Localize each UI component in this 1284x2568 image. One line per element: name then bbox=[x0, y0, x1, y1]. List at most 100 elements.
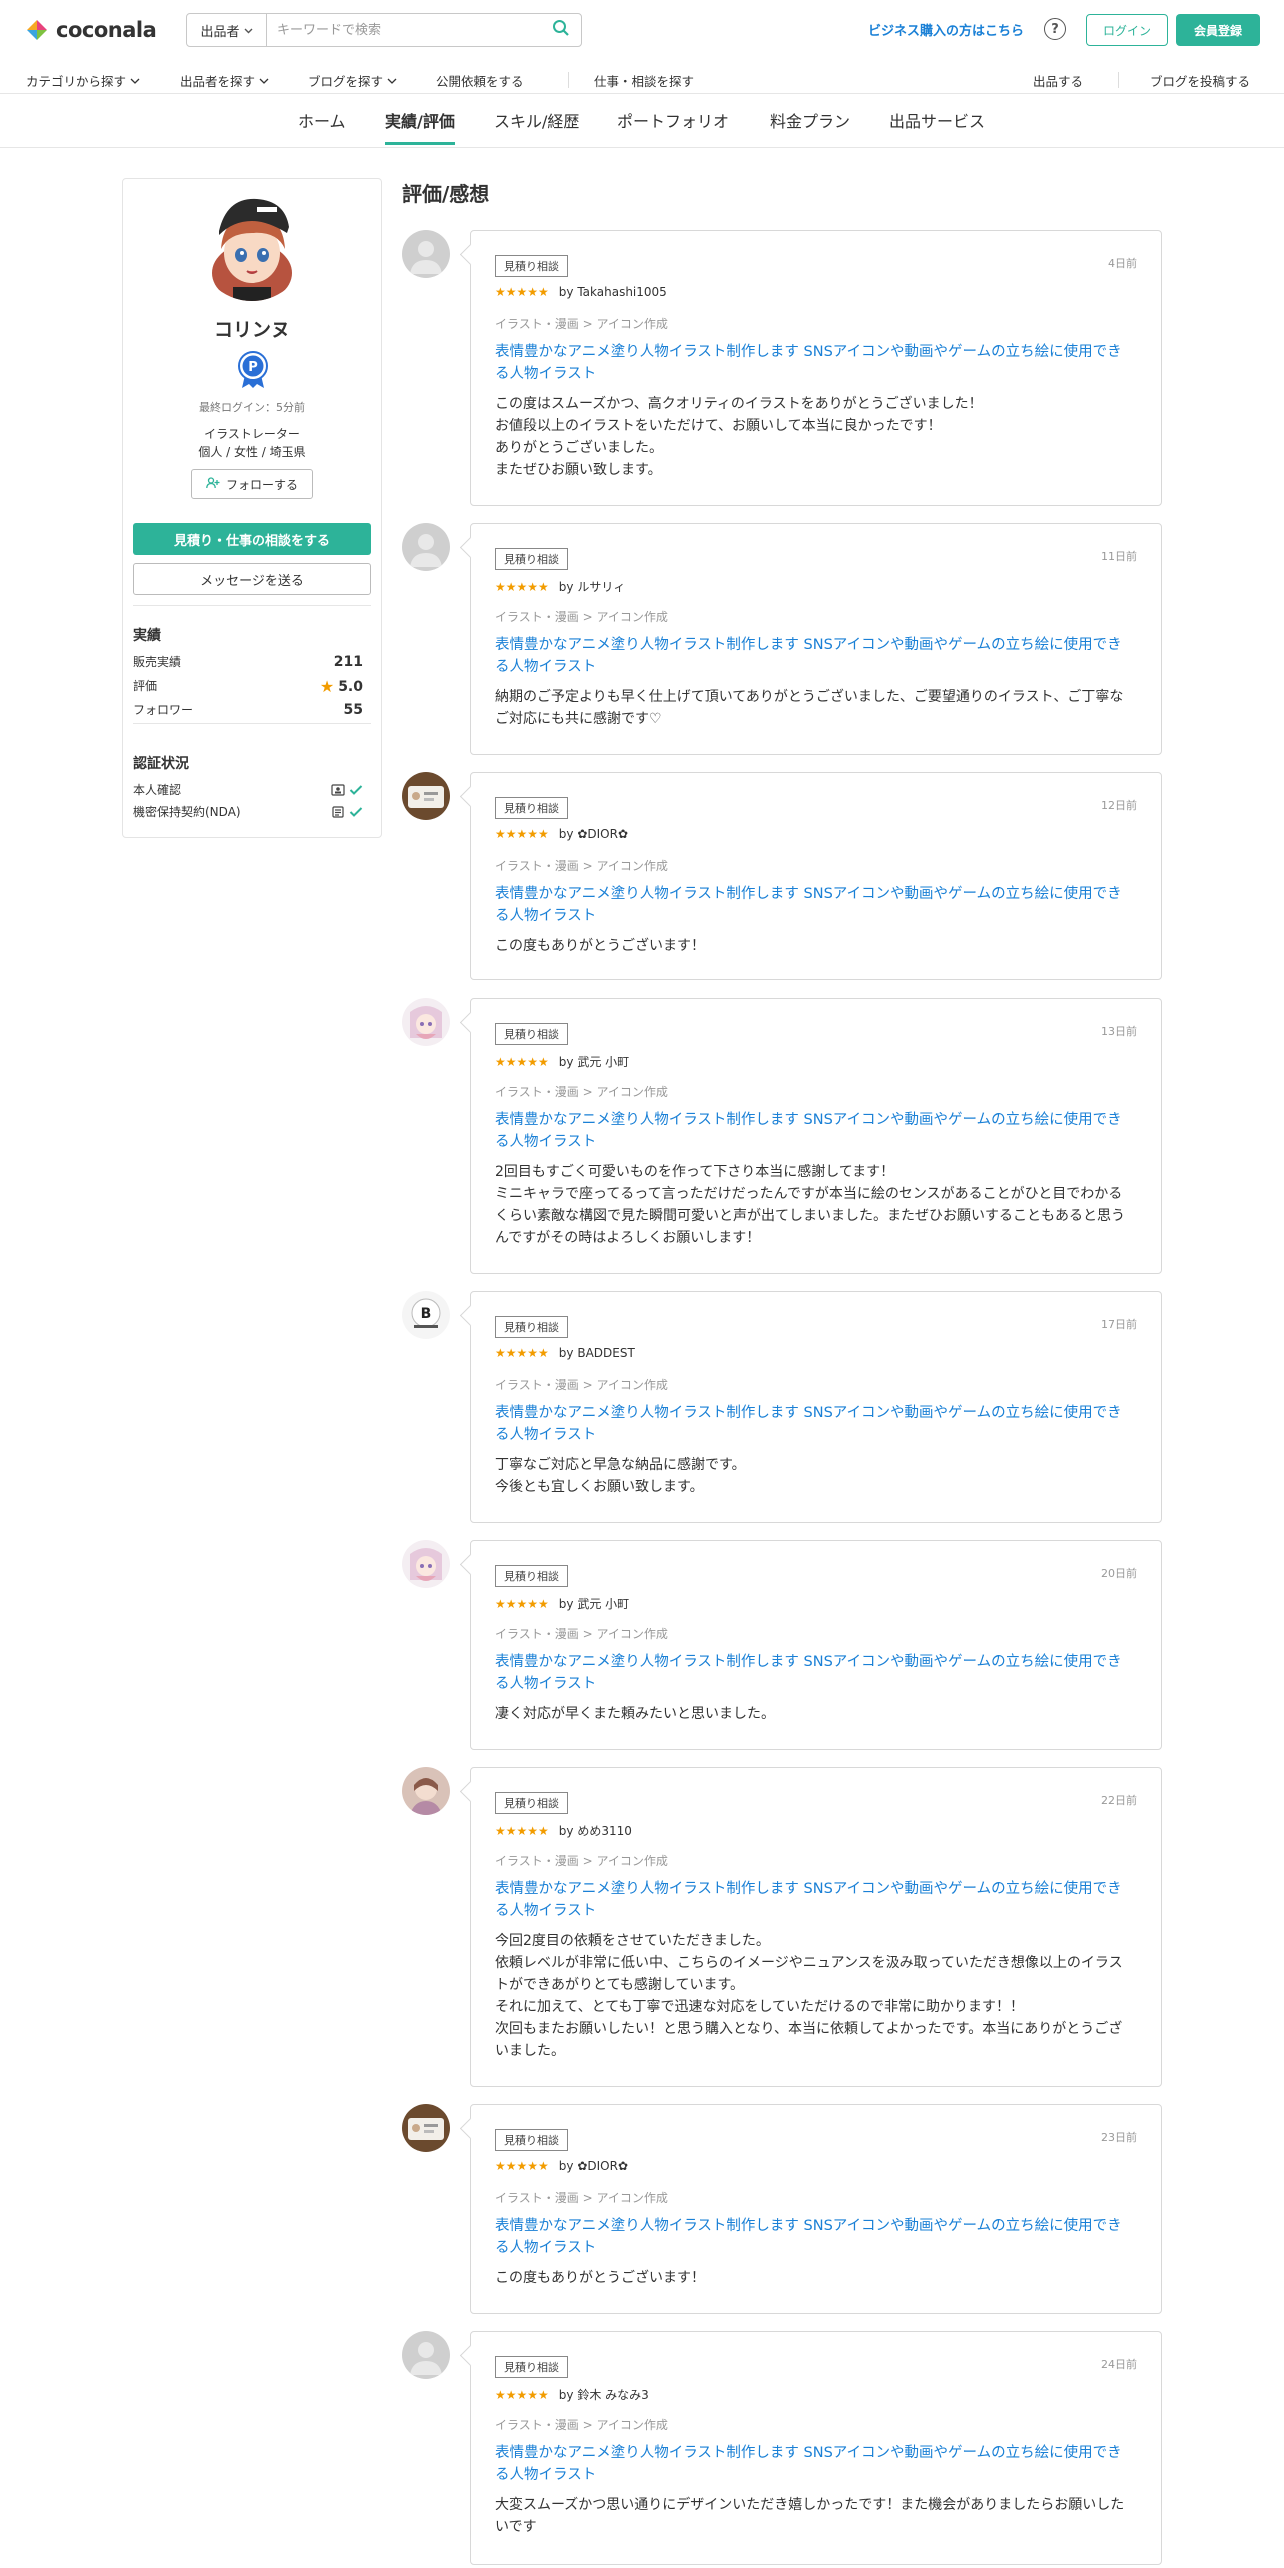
reviewer-name[interactable]: by 鈴木 みなみ3 bbox=[559, 2386, 649, 2403]
review-service-link[interactable]: 表情豊かなアニメ塗り人物イラスト制作します SNSアイコンや動画やゲームの立ち絵… bbox=[495, 1878, 1135, 1922]
check-icon bbox=[349, 784, 363, 795]
reviewer-avatar[interactable] bbox=[402, 2331, 450, 2379]
reviewer-avatar[interactable] bbox=[402, 523, 450, 571]
nav-sellers[interactable]: 出品者を探す bbox=[180, 71, 269, 90]
review-date: 23日前 bbox=[1101, 2131, 1137, 2144]
tab-reviews[interactable]: 実績/評価 bbox=[385, 108, 455, 145]
star-rating-icon: ★★★★★ bbox=[495, 2387, 549, 2402]
divider bbox=[133, 605, 371, 606]
tab-pricing[interactable]: 料金プラン bbox=[770, 108, 850, 142]
review-rating: ★★★★★ by ✿DIOR✿ bbox=[495, 2159, 628, 2173]
nav-divider bbox=[1118, 72, 1119, 88]
svg-text:P: P bbox=[248, 360, 258, 375]
review-tag: 見積り相談 bbox=[495, 1792, 568, 1814]
nav-requests[interactable]: 公開依頼をする bbox=[436, 71, 524, 90]
review-tag: 見積り相談 bbox=[495, 1316, 568, 1338]
signup-button[interactable]: 会員登録 bbox=[1176, 14, 1260, 46]
reviewer-name[interactable]: by ✿DIOR✿ bbox=[559, 827, 628, 841]
search-input[interactable] bbox=[267, 14, 541, 46]
reviewer-avatar[interactable] bbox=[402, 1767, 450, 1815]
chevron-down-icon bbox=[259, 78, 269, 84]
stat-value: 211 bbox=[333, 653, 363, 670]
nav-post-blog[interactable]: ブログを投稿する bbox=[1150, 71, 1250, 90]
stat-value: 5.0 bbox=[338, 678, 363, 695]
platinum-badge-icon: P bbox=[236, 351, 270, 389]
send-message-button[interactable]: メッセージを送る bbox=[133, 563, 371, 595]
stat-label: フォロワー bbox=[133, 703, 194, 717]
follow-label: フォローする bbox=[225, 477, 298, 492]
review-item: 見積り相談 4日前 ★★★★★ by Takahashi1005 イラスト・漫画 … bbox=[402, 230, 1162, 506]
verification-nda: 機密保持契約(NDA) bbox=[133, 803, 363, 820]
nav-work[interactable]: 仕事・相談を探す bbox=[594, 71, 694, 90]
reviewer-name[interactable]: by 武元 小町 bbox=[559, 1053, 629, 1070]
reviewer-avatar[interactable] bbox=[402, 998, 450, 1046]
search-button[interactable] bbox=[541, 14, 581, 46]
profile-sidebar: コリンヌ P 最終ログイン：5分前 イラストレーター 個人 / 女性 / 埼玉県… bbox=[122, 178, 382, 838]
reviewer-name[interactable]: by 武元 小町 bbox=[559, 1595, 629, 1612]
reviewer-avatar[interactable] bbox=[402, 230, 450, 278]
nav-sell[interactable]: 出品する bbox=[1033, 71, 1083, 90]
follow-button[interactable]: フォローする bbox=[191, 469, 313, 499]
logo-text: coconala bbox=[56, 18, 157, 42]
chevron-down-icon bbox=[387, 78, 397, 84]
review-card: 見積り相談 11日前 ★★★★★ by ルサリィ イラスト・漫画 > アイコン作成… bbox=[470, 523, 1162, 755]
review-service-link[interactable]: 表情豊かなアニメ塗り人物イラスト制作します SNSアイコンや動画やゲームの立ち絵… bbox=[495, 1651, 1135, 1695]
verification-identity: 本人確認 bbox=[133, 781, 363, 798]
nav-divider bbox=[568, 72, 569, 88]
review-service-link[interactable]: 表情豊かなアニメ塗り人物イラスト制作します SNSアイコンや動画やゲームの立ち絵… bbox=[495, 1109, 1135, 1153]
stat-label: 販売実績 bbox=[133, 655, 182, 669]
reviewer-name[interactable]: by Takahashi1005 bbox=[559, 285, 667, 299]
review-comment: 今回2度目の依頼をさせていただきました。 依頼レベルが非常に低い中、こちらのイメ… bbox=[495, 1933, 1123, 2059]
reviewer-name[interactable]: by めめ3110 bbox=[559, 1822, 632, 1839]
reviews-title: 評価/感想 bbox=[402, 182, 490, 206]
tab-portfolio[interactable]: ポートフォリオ bbox=[617, 108, 729, 142]
coconala-logo-icon bbox=[24, 18, 50, 42]
review-rating: ★★★★★ by BADDEST bbox=[495, 1346, 635, 1360]
review-service-link[interactable]: 表情豊かなアニメ塗り人物イラスト制作します SNSアイコンや動画やゲームの立ち絵… bbox=[495, 341, 1135, 385]
coconala-logo[interactable]: coconala bbox=[24, 18, 157, 42]
reviewer-avatar[interactable]: B bbox=[402, 1291, 450, 1339]
review-card: 見積り相談 13日前 ★★★★★ by 武元 小町 イラスト・漫画 > アイコン作… bbox=[470, 998, 1162, 1274]
review-category: イラスト・漫画 > アイコン作成 bbox=[495, 2191, 668, 2205]
review-category: イラスト・漫画 > アイコン作成 bbox=[495, 1854, 668, 1868]
occupation-text: イラストレーター bbox=[204, 427, 300, 441]
reviewer-avatar[interactable] bbox=[402, 772, 450, 820]
review-date: 17日前 bbox=[1101, 1318, 1137, 1331]
review-service-link[interactable]: 表情豊かなアニメ塗り人物イラスト制作します SNSアイコンや動画やゲームの立ち絵… bbox=[495, 1402, 1135, 1446]
reviewer-avatar[interactable] bbox=[402, 1540, 450, 1588]
help-icon[interactable]: ? bbox=[1044, 18, 1066, 40]
review-item: 見積り相談 12日前 ★★★★★ by ✿DIOR✿ イラスト・漫画 > アイコン… bbox=[402, 772, 1162, 980]
review-service-link[interactable]: 表情豊かなアニメ塗り人物イラスト制作します SNSアイコンや動画やゲームの立ち絵… bbox=[495, 634, 1135, 678]
reviewer-name[interactable]: by ルサリィ bbox=[559, 578, 626, 595]
review-comment: 大変スムーズかつ思い通りにデザインいただき嬉しかったです！また機会がありましたら… bbox=[495, 2497, 1125, 2535]
divider bbox=[133, 723, 371, 724]
review-comment: 2回目もすごく可愛いものを作って下さり本当に感謝してます！ ミニキャラで座ってる… bbox=[495, 1164, 1125, 1246]
review-comment: 丁寧なご対応と早急な納品に感謝です。 今後とも宜しくお願い致します。 bbox=[495, 1457, 746, 1495]
review-tag: 見積り相談 bbox=[495, 2129, 568, 2151]
nav-sellers-label: 出品者を探す bbox=[180, 74, 256, 89]
verification-icons bbox=[331, 783, 363, 796]
reviewer-name[interactable]: by ✿DIOR✿ bbox=[559, 2159, 628, 2173]
consult-button[interactable]: 見積り・仕事の相談をする bbox=[133, 523, 371, 555]
reviewer-avatar[interactable] bbox=[402, 2104, 450, 2152]
review-item: 見積り相談 20日前 ★★★★★ by 武元 小町 イラスト・漫画 > アイコン作… bbox=[402, 1540, 1162, 1750]
reviewer-name[interactable]: by BADDEST bbox=[559, 1346, 635, 1360]
review-rating: ★★★★★ by Takahashi1005 bbox=[495, 285, 667, 299]
search-type-select[interactable]: 出品者 bbox=[187, 14, 267, 46]
profile-avatar[interactable] bbox=[197, 191, 307, 301]
tab-services[interactable]: 出品サービス bbox=[889, 108, 985, 142]
review-service-link[interactable]: 表情豊かなアニメ塗り人物イラスト制作します SNSアイコンや動画やゲームの立ち絵… bbox=[495, 2442, 1135, 2486]
review-card: 見積り相談 4日前 ★★★★★ by Takahashi1005 イラスト・漫画 … bbox=[470, 230, 1162, 506]
business-purchase-link[interactable]: ビジネス購入の方はこちら bbox=[868, 20, 1024, 39]
verification-label: 機密保持契約(NDA) bbox=[133, 805, 241, 819]
tab-home[interactable]: ホーム bbox=[298, 108, 346, 142]
review-service-link[interactable]: 表情豊かなアニメ塗り人物イラスト制作します SNSアイコンや動画やゲームの立ち絵… bbox=[495, 883, 1135, 927]
star-icon: ★ bbox=[319, 677, 335, 696]
nav-blogs[interactable]: ブログを探す bbox=[308, 71, 397, 90]
nav-category-label: カテゴリから探す bbox=[26, 74, 127, 89]
login-button[interactable]: ログイン bbox=[1086, 14, 1168, 46]
stat-value: 55 bbox=[343, 701, 363, 718]
nav-category[interactable]: カテゴリから探す bbox=[26, 71, 140, 90]
tab-skills[interactable]: スキル/経歴 bbox=[494, 108, 579, 142]
review-service-link[interactable]: 表情豊かなアニメ塗り人物イラスト制作します SNSアイコンや動画やゲームの立ち絵… bbox=[495, 2215, 1135, 2259]
